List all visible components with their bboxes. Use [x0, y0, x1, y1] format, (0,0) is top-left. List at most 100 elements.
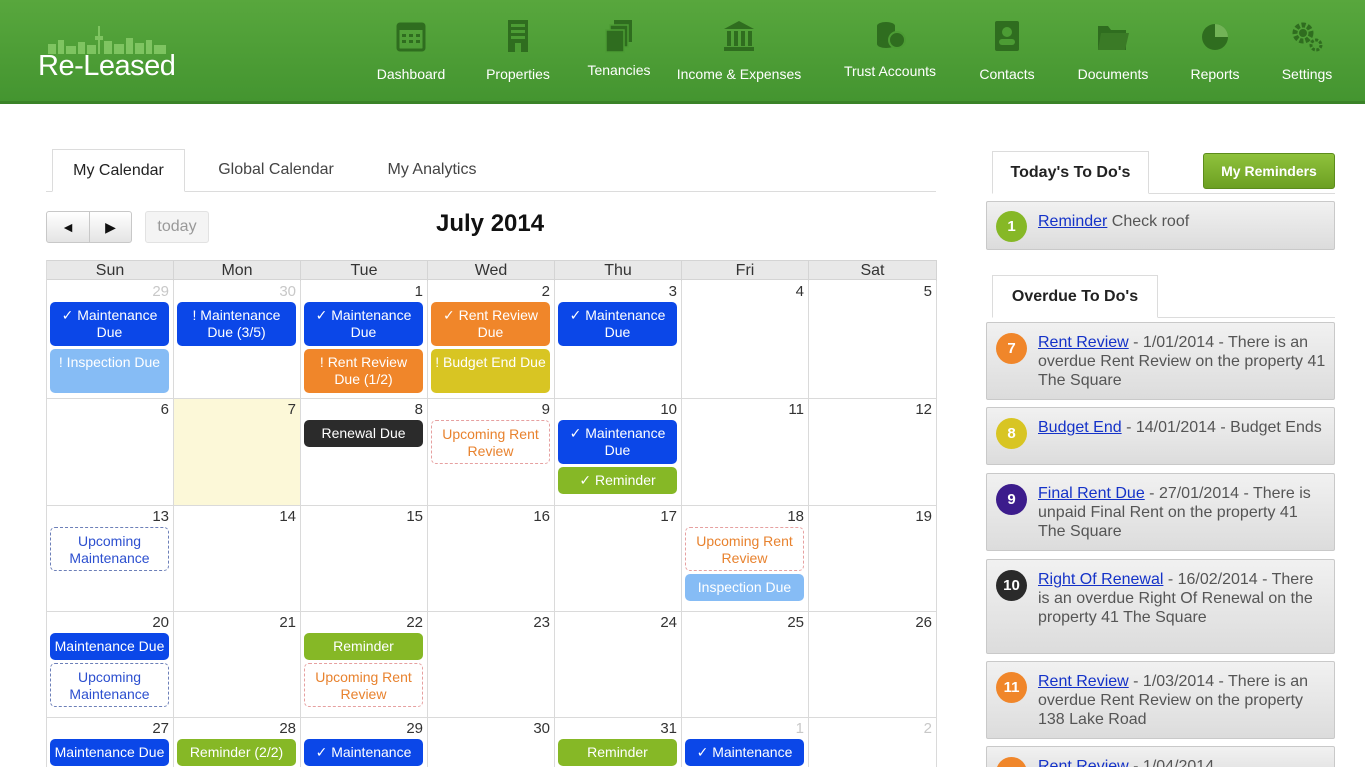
calendar-event[interactable]: Reminder	[558, 739, 677, 766]
re-leased-logo[interactable]: Re-Leased	[38, 18, 188, 88]
calendar-day[interactable]: 18 Upcoming Rent Review Inspection Due	[682, 506, 809, 612]
calendar-day[interactable]: 15	[301, 506, 428, 612]
calendar-day[interactable]: 3 ✓ Maintenance Due	[555, 281, 682, 399]
todo-link[interactable]: Reminder	[1038, 213, 1107, 230]
day-number: 30	[279, 283, 296, 300]
todo-text: Rent Review - 1/04/2014	[1038, 757, 1328, 767]
nav-reports[interactable]: Reports	[1185, 18, 1245, 88]
calendar-event[interactable]: ! Inspection Due	[50, 349, 169, 393]
day-number: 10	[660, 401, 677, 418]
calendar-day[interactable]: 11	[682, 399, 809, 506]
calendar-day-today[interactable]: 7	[174, 399, 301, 506]
calendar-day[interactable]: 30	[428, 718, 555, 767]
tab-my-calendar[interactable]: My Calendar	[52, 149, 185, 192]
calendar-day[interactable]: 12	[809, 399, 937, 506]
calendar-day[interactable]: 26	[809, 612, 937, 718]
calendar-day[interactable]: 17	[555, 506, 682, 612]
todo-link[interactable]: Right Of Renewal	[1038, 571, 1163, 588]
calendar-event[interactable]: Reminder	[304, 633, 423, 660]
calendar-event[interactable]: ! Rent Review Due (1/2)	[304, 349, 423, 393]
prev-month-button[interactable]: ◄	[47, 212, 89, 242]
calendar-event[interactable]: ✓ Maintenance Due	[50, 302, 169, 346]
calendar-day[interactable]: 28 Reminder (2/2)	[174, 718, 301, 767]
calendar-day[interactable]: 27 Maintenance Due	[47, 718, 174, 767]
calendar-event[interactable]: Upcoming Rent Review	[431, 420, 550, 464]
calendar-day[interactable]: 2 ✓ Rent Review Due! Budget End Due	[428, 281, 555, 399]
calendar-event[interactable]: ✓ Rent Review Due	[431, 302, 550, 346]
calendar-day[interactable]: 29 ✓ Maintenance	[301, 718, 428, 767]
nav-trust-accounts[interactable]: Trust Accounts	[840, 18, 940, 88]
calendar-day[interactable]: 5	[809, 281, 937, 399]
calendar-event[interactable]: Upcoming Rent Review	[304, 663, 423, 707]
calendar-event[interactable]: Renewal Due	[304, 420, 423, 447]
calendar-day[interactable]: 29 ✓ Maintenance Due! Inspection Due	[47, 281, 174, 399]
calendar-day[interactable]: 21	[174, 612, 301, 718]
calendar-day[interactable]: 19	[809, 506, 937, 612]
calendar-event[interactable]: ✓ Maintenance Due	[304, 302, 423, 346]
nav-settings[interactable]: Settings	[1277, 18, 1337, 88]
todo-link[interactable]: Rent Review	[1038, 334, 1129, 351]
calendar-event[interactable]: ✓ Maintenance Due	[558, 302, 677, 346]
todo-item: 12 Rent Review - 1/04/2014	[986, 746, 1335, 767]
calendar-event[interactable]: ! Budget End Due	[431, 349, 550, 393]
todo-item: 8 Budget End - 14/01/2014 - Budget Ends	[986, 407, 1335, 465]
todo-link[interactable]: Final Rent Due	[1038, 485, 1145, 502]
calendar-event[interactable]: Reminder (2/2)	[177, 739, 296, 766]
todo-link[interactable]: Rent Review	[1038, 758, 1129, 767]
calendar-day[interactable]: 25	[682, 612, 809, 718]
todo-number-badge: 7	[996, 333, 1027, 364]
tab-global-calendar[interactable]: Global Calendar	[204, 149, 348, 192]
calendar-event[interactable]: Upcoming Rent Review	[685, 527, 804, 571]
calendar-day[interactable]: 23	[428, 612, 555, 718]
calendar-day[interactable]: 2	[809, 718, 937, 767]
calendar-day[interactable]: 1 ✓ Maintenance	[682, 718, 809, 767]
my-reminders-button[interactable]: My Reminders	[1203, 153, 1335, 189]
day-number: 21	[279, 614, 296, 631]
day-number: 20	[152, 614, 169, 631]
next-month-button[interactable]: ▶	[89, 212, 131, 242]
calendar-day[interactable]: 14	[174, 506, 301, 612]
nav-documents[interactable]: Documents	[1073, 18, 1153, 88]
calendar-day[interactable]: 9 Upcoming Rent Review	[428, 399, 555, 506]
calendar-day[interactable]: 8 Renewal Due	[301, 399, 428, 506]
nav-tenancies[interactable]: Tenancies	[584, 18, 654, 88]
todo-link[interactable]: Budget End	[1038, 419, 1122, 436]
calendar-day[interactable]: 6	[47, 399, 174, 506]
todo-link[interactable]: Rent Review	[1038, 673, 1129, 690]
nav-dashboard[interactable]: Dashboard	[373, 18, 449, 88]
calendar-icon	[396, 22, 426, 52]
calendar-event[interactable]: ✓ Reminder	[558, 467, 677, 494]
nav-properties[interactable]: Properties	[482, 18, 554, 88]
calendar-event[interactable]: ! Maintenance Due (3/5)	[177, 302, 296, 346]
tab-todays-todos[interactable]: Today's To Do's	[992, 151, 1149, 194]
calendar-event[interactable]: Inspection Due	[685, 574, 804, 601]
todo-text: Budget End - 14/01/2014 - Budget Ends	[1038, 418, 1328, 437]
nav-income-expenses[interactable]: Income & Expenses	[674, 18, 804, 88]
calendar-day[interactable]: 10 ✓ Maintenance Due ✓ Reminder	[555, 399, 682, 506]
calendar-grid: Sun Mon Tue Wed Thu Fri Sat 29 ✓ Maintenance Du…	[46, 260, 937, 767]
calendar-day[interactable]: 16	[428, 506, 555, 612]
calendar-event[interactable]: Upcoming Maintenance	[50, 527, 169, 571]
calendar-event[interactable]: ✓ Maintenance	[685, 739, 804, 766]
calendar-event[interactable]: ✓ Maintenance	[304, 739, 423, 766]
calendar-day[interactable]: 30 ! Maintenance Due (3/5)	[174, 281, 301, 399]
day-number: 18	[787, 508, 804, 525]
calendar-day[interactable]: 24	[555, 612, 682, 718]
nav-contacts[interactable]: Contacts	[974, 18, 1040, 88]
calendar-day[interactable]: 4	[682, 281, 809, 399]
calendar-event[interactable]: Maintenance Due	[50, 739, 169, 766]
calendar-day[interactable]: 1 ✓ Maintenance Due! Rent Review Due (1/2…	[301, 281, 428, 399]
calendar-day[interactable]: 13 Upcoming Maintenance	[47, 506, 174, 612]
calendar-day[interactable]: 22 Reminder Upcoming Rent Review	[301, 612, 428, 718]
calendar-day[interactable]: 20 Maintenance Due Upcoming Maintenance	[47, 612, 174, 718]
tab-my-analytics[interactable]: My Analytics	[374, 149, 490, 192]
day-of-week-label: Sun	[47, 261, 174, 281]
calendar-event[interactable]: ✓ Maintenance Due	[558, 420, 677, 464]
calendar-day[interactable]: 31 Reminder	[555, 718, 682, 767]
day-number: 28	[279, 720, 296, 737]
tab-overdue-todos[interactable]: Overdue To Do's	[992, 275, 1158, 318]
day-number: 16	[533, 508, 550, 525]
calendar-event[interactable]: Upcoming Maintenance	[50, 663, 169, 707]
calendar-event[interactable]: Maintenance Due	[50, 633, 169, 660]
today-button[interactable]: today	[145, 211, 209, 243]
